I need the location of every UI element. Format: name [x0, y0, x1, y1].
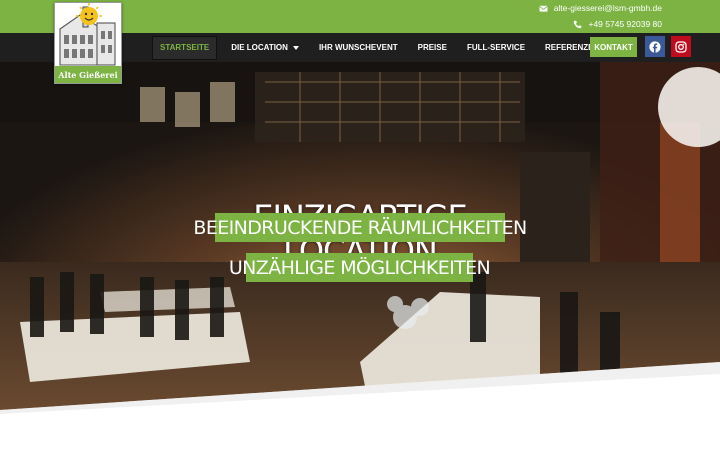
nav-item-preise[interactable]: PREISE — [408, 33, 457, 62]
nav-item-startseite[interactable]: STARTSEITE — [152, 35, 218, 60]
logo-text: Alte Gießerei — [55, 66, 121, 83]
hero-tagline-1: BEEINDRUCKENDE RÄUMLICHKEITEN — [193, 213, 527, 242]
logo-building-sun-icon — [55, 3, 121, 67]
instagram-button[interactable] — [671, 36, 691, 57]
email-contact[interactable]: alte-giesserei@lsm-gmbh.de — [538, 3, 662, 13]
phone-text[interactable]: +49 5745 92039 80 — [588, 19, 662, 29]
envelope-icon — [538, 5, 548, 12]
nav-label: PREISE — [417, 43, 447, 52]
hero-bottom-divider — [0, 362, 720, 450]
facebook-icon — [649, 40, 661, 53]
instagram-icon — [675, 40, 687, 53]
nav-item-full-service[interactable]: FULL-SERVICE — [457, 33, 535, 62]
main-nav: STARTSEITE DIE LOCATION IHR WUNSCHEVENT … — [152, 33, 609, 62]
nav-label: DIE LOCATION — [231, 43, 288, 52]
nav-label: STARTSEITE — [160, 43, 210, 52]
facebook-button[interactable] — [645, 36, 665, 57]
phone-contact[interactable]: +49 5745 92039 80 — [573, 19, 662, 29]
phone-icon — [574, 20, 582, 28]
caret-down-icon — [292, 45, 299, 50]
nav-item-ihr-wunschevent[interactable]: IHR WUNSCHEVENT — [309, 33, 408, 62]
nav-item-die-location[interactable]: DIE LOCATION — [221, 33, 309, 62]
email-text[interactable]: alte-giesserei@lsm-gmbh.de — [554, 3, 662, 13]
hero-tagline-2: UNZÄHLIGE MÖGLICHKEITEN — [229, 253, 491, 282]
site-logo[interactable]: Alte Gießerei — [54, 2, 122, 84]
kontakt-button[interactable]: KONTAKT — [590, 37, 637, 57]
nav-label: FULL-SERVICE — [466, 43, 526, 52]
nav-label: IHR WUNSCHEVENT — [318, 43, 398, 52]
